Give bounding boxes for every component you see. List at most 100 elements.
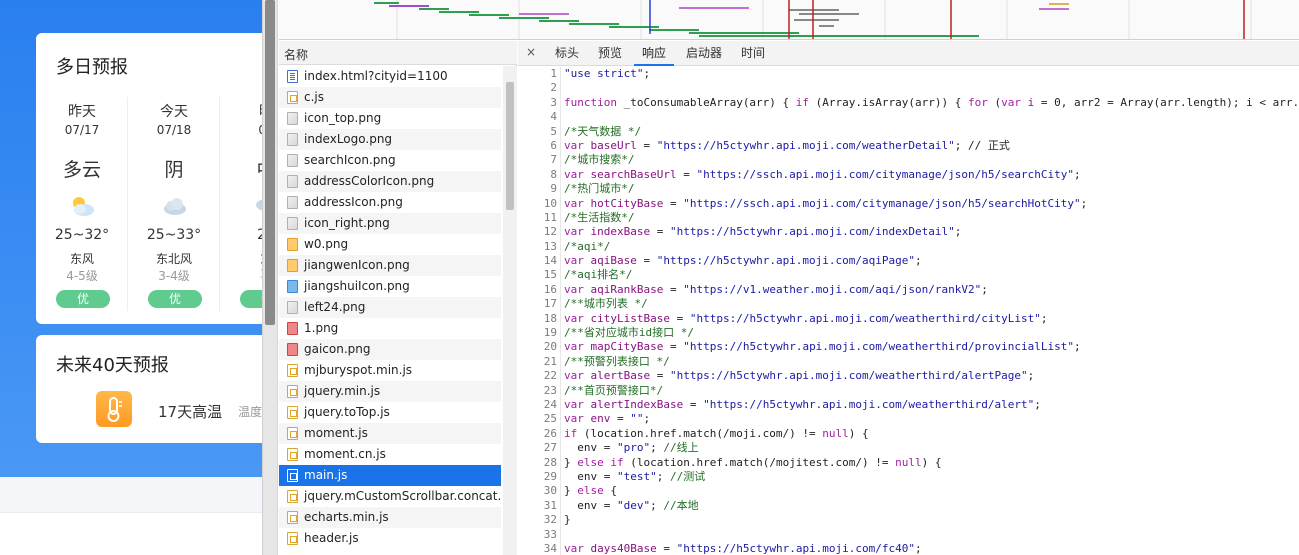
line-number: 19: [543, 326, 557, 340]
page-scrollbar[interactable]: [263, 0, 278, 555]
code-text: var hotCityBase = "https://ssch.api.moji…: [564, 196, 1088, 210]
request-row[interactable]: 1.png: [279, 318, 501, 339]
page-scrollbar-thumb[interactable]: [265, 0, 275, 325]
script-file-icon: [287, 91, 298, 104]
line-number: 17: [543, 297, 557, 311]
code-text: } else if (location.href.match(/mojitest…: [564, 455, 942, 469]
request-row[interactable]: addressColorIcon.png: [279, 171, 501, 192]
script-file-icon: [287, 406, 298, 419]
request-row[interactable]: searchIcon.png: [279, 150, 501, 171]
forty-day-forecast-card[interactable]: 未来40天预报 17天高温 温度: [36, 335, 262, 443]
code-text: /**城市列表 */: [564, 297, 648, 311]
request-row[interactable]: icon_right.png: [279, 213, 501, 234]
day-condition: 阴: [164, 159, 184, 181]
day-temperature: 26: [257, 227, 262, 243]
forecast-day-tomorrow[interactable]: 明 07 中 26 东 3- 优: [220, 97, 262, 311]
request-row[interactable]: moment.cn.js: [279, 444, 501, 465]
request-row[interactable]: jquery.toTop.js: [279, 402, 501, 423]
script-file-icon: [287, 490, 298, 503]
tab-initiator[interactable]: 启动器: [678, 41, 730, 66]
request-row[interactable]: jiangwenIcon.png: [279, 255, 501, 276]
cloudy-icon: [164, 198, 186, 215]
request-row[interactable]: mjburyspot.min.js: [279, 360, 501, 381]
column-header-name[interactable]: 名称: [279, 41, 517, 65]
request-list-scrollbar[interactable]: [503, 66, 517, 555]
request-row[interactable]: header.js: [279, 528, 501, 549]
image-file-icon: [287, 154, 298, 167]
code-line: 7 /*城市搜索*/: [518, 153, 1299, 167]
request-detail-panel: × 标头 预览 响应 启动器 时间 1 "use strict"; 2 3 functi…: [518, 41, 1299, 555]
forecast-day-today[interactable]: 今天 07/18 阴 25~33° 东北风 3-4级 优: [128, 97, 220, 311]
request-row[interactable]: indexLogo.png: [279, 129, 501, 150]
day-date: 07: [220, 123, 262, 137]
rain-icon: [256, 199, 262, 211]
day-date: 07/17: [64, 123, 100, 137]
code-line: 9 /*热门城市*/: [518, 182, 1299, 196]
code-text: var indexBase = "https://h5ctywhr.api.mo…: [564, 225, 962, 239]
request-row[interactable]: jquery.mCustomScrollbar.concat.min: [279, 486, 501, 507]
response-code-viewer[interactable]: 1 "use strict"; 2 3 function _toConsumableAr…: [518, 67, 1299, 555]
request-row[interactable]: main.js: [279, 465, 501, 486]
weather-page: 多日预报 昨天 07/17 多云 25~32° 东风 4-5级 优 今天 07/…: [0, 0, 262, 555]
request-row[interactable]: index.html?cityid=1100: [279, 66, 501, 87]
close-icon[interactable]: ×: [526, 45, 536, 59]
day-name: 今天: [160, 104, 188, 120]
network-waterfall-overview[interactable]: [279, 0, 1299, 40]
code-line: 28 } else if (location.href.match(/mojite…: [518, 456, 1299, 470]
multi-day-forecast-card: 多日预报 昨天 07/17 多云 25~32° 东风 4-5级 优 今天 07/…: [36, 33, 262, 324]
request-row[interactable]: left24.png: [279, 297, 501, 318]
request-row[interactable]: jquery.min.js: [279, 381, 501, 402]
line-number: 2: [550, 81, 557, 95]
code-text: function _toConsumableArray(arr) { if (A…: [564, 95, 1299, 109]
request-row[interactable]: jiangshuiIcon.png: [279, 276, 501, 297]
request-row[interactable]: moment.js: [279, 423, 501, 444]
tab-response[interactable]: 响应: [634, 41, 674, 66]
line-number: 15: [543, 268, 557, 282]
tab-preview[interactable]: 预览: [590, 41, 630, 66]
line-number: 4: [550, 110, 557, 124]
code-line: 15 /*aqi排名*/: [518, 268, 1299, 282]
partly-cloudy-icon: [73, 197, 94, 216]
code-line: 19 /**省对应城市id接口 */: [518, 326, 1299, 340]
aqi-badge: 优: [240, 290, 262, 308]
request-name: addressColorIcon.png: [304, 174, 435, 188]
code-line: 32}: [518, 513, 1299, 527]
day-condition: 中: [220, 155, 262, 182]
line-number: 28: [543, 455, 557, 469]
day-temperature: 25~32°: [54, 227, 110, 243]
request-row[interactable]: echarts.min.js: [279, 507, 501, 528]
code-line: 20 var mapCityBase = "https://h5ctywhr.ap…: [518, 340, 1299, 354]
code-text: var cityListBase = "https://h5ctywhr.api…: [564, 311, 1048, 325]
request-name: main.js: [304, 468, 348, 482]
waterfall-chart: [374, 0, 1252, 39]
high-temp-sub-label: 温度: [238, 405, 262, 419]
request-row[interactable]: icon_top.png: [279, 108, 501, 129]
request-name: jquery.toTop.js: [304, 405, 390, 419]
thermometer-icon: [96, 391, 132, 427]
line-number: 7: [550, 153, 557, 167]
script-file-icon: [287, 364, 298, 377]
code-text: var alertBase = "https://h5ctywhr.api.mo…: [564, 369, 1035, 383]
tab-headers[interactable]: 标头: [548, 41, 586, 66]
forecast-day-yesterday[interactable]: 昨天 07/17 多云 25~32° 东风 4-5级 优: [36, 97, 128, 311]
line-number: 24: [543, 397, 557, 411]
request-name: header.js: [304, 531, 359, 545]
line-number: 12: [543, 225, 557, 239]
image-file-icon: [287, 175, 298, 188]
request-row[interactable]: addressIcon.png: [279, 192, 501, 213]
request-row[interactable]: gaicon.png: [279, 339, 501, 360]
code-line: 34 var days40Base = "https://h5ctywhr.api…: [518, 542, 1299, 555]
image-file-icon: [287, 217, 298, 230]
detail-tab-bar: × 标头 预览 响应 启动器 时间: [518, 41, 1299, 66]
request-list-scrollbar-thumb[interactable]: [506, 82, 514, 210]
tab-timing[interactable]: 时间: [734, 41, 772, 66]
code-line: 8 var searchBaseUrl = "https://ssch.api.m…: [518, 168, 1299, 182]
line-number: 21: [543, 354, 557, 368]
request-row[interactable]: c.js: [279, 87, 501, 108]
request-name: moment.js: [304, 426, 368, 440]
code-text: var days40Base = "https://h5ctywhr.api.m…: [564, 541, 922, 555]
request-name: left24.png: [304, 300, 366, 314]
code-text: /*城市搜索*/: [564, 153, 635, 167]
page-footer-band: [0, 477, 262, 513]
request-row[interactable]: w0.png: [279, 234, 501, 255]
